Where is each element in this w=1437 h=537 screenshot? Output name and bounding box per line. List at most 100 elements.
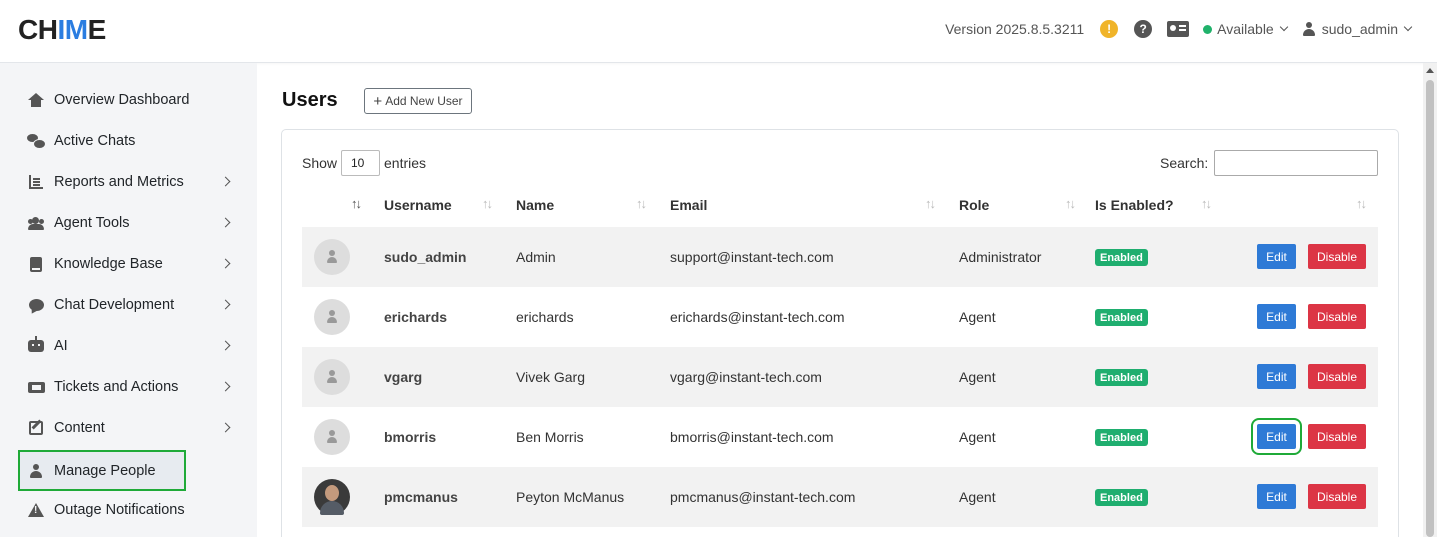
search-input[interactable] [1214, 150, 1378, 176]
column-header-is-enabled[interactable]: Is Enabled? [1095, 197, 1174, 213]
column-header-email[interactable]: Email [670, 197, 707, 213]
row-email: erichards@instant-tech.com [670, 309, 845, 325]
row-role: Administrator [959, 249, 1042, 265]
edit-button[interactable]: Edit [1257, 484, 1296, 509]
chats-icon [27, 133, 46, 149]
row-username: vgarg [384, 369, 423, 385]
sort-icon[interactable]: ↑↓ [1201, 196, 1212, 211]
avatar [314, 299, 350, 335]
sidebar-item-ai[interactable]: AI [18, 327, 242, 365]
edit-button[interactable]: Edit [1257, 304, 1296, 329]
sidebar-item-label: Tickets and Actions [54, 379, 179, 395]
sort-icon[interactable]: ↑↓ [351, 196, 362, 211]
chevron-right-icon [220, 340, 231, 351]
chevron-right-icon [220, 176, 231, 187]
add-new-user-button[interactable]: + Add New User [364, 88, 472, 114]
row-name: Peyton McManus [516, 489, 625, 505]
chime-logo[interactable]: CHIME [18, 14, 106, 46]
version-text: Version 2025.8.5.3211 [945, 21, 1085, 37]
status-dot-icon [1203, 24, 1213, 34]
sidebar-item-tickets-and-actions[interactable]: Tickets and Actions [18, 368, 242, 406]
chevron-right-icon [220, 299, 231, 310]
row-email: vgarg@instant-tech.com [670, 369, 822, 385]
home-icon [27, 92, 45, 108]
entries-label: entries [384, 155, 427, 171]
ticket-icon [27, 379, 45, 395]
sidebar-item-label: Content [54, 420, 105, 436]
status-badge: Enabled [1095, 249, 1148, 266]
column-header-role[interactable]: Role [959, 197, 989, 213]
header-right: Version 2025.8.5.3211 ! ? Available sudo… [945, 0, 1413, 58]
page-length-select[interactable]: 10 [341, 150, 380, 176]
sidebar-item-label: Outage Notifications [54, 502, 185, 518]
sidebar-item-agent-tools[interactable]: Agent Tools [18, 204, 242, 242]
status-badge: Enabled [1095, 309, 1148, 326]
sidebar-item-chat-development[interactable]: Chat Development [18, 286, 242, 324]
users-icon [27, 215, 45, 231]
table-row: bmorris Ben Morris bmorris@instant-tech.… [302, 407, 1378, 467]
sidebar-item-overview-dashboard[interactable]: Overview Dashboard [18, 81, 242, 119]
sidebar-item-reports-and-metrics[interactable]: Reports and Metrics [18, 163, 242, 201]
status-badge: Enabled [1095, 429, 1148, 446]
sidebar-item-label: Manage People [54, 462, 156, 479]
row-role: Agent [959, 309, 996, 325]
sidebar-item-label: Overview Dashboard [54, 92, 190, 108]
status-badge: Enabled [1095, 369, 1148, 386]
row-username: erichards [384, 309, 448, 325]
edit-button[interactable]: Edit [1257, 364, 1296, 389]
sidebar-item-content[interactable]: Content [18, 409, 242, 447]
sidebar-item-active-chats[interactable]: Active Chats [18, 122, 242, 160]
disable-button[interactable]: Disable [1308, 424, 1366, 449]
warning-icon[interactable]: ! [1100, 20, 1119, 38]
chevron-right-icon [220, 258, 231, 269]
row-username: sudo_admin [384, 249, 467, 265]
user-icon [1302, 22, 1315, 36]
disable-button[interactable]: Disable [1308, 364, 1366, 389]
sidebar-item-label: Agent Tools [54, 215, 130, 231]
sort-icon[interactable]: ↑↓ [1356, 196, 1367, 211]
chevron-right-icon [220, 381, 231, 392]
column-header-username[interactable]: Username [384, 197, 452, 213]
disable-button[interactable]: Disable [1308, 484, 1366, 509]
table-row: vgarg Vivek Garg vgarg@instant-tech.com … [302, 347, 1378, 407]
edit-button[interactable]: Edit [1257, 244, 1296, 269]
sidebar-item-label: Knowledge Base [54, 256, 163, 272]
scrollbar-thumb[interactable] [1426, 80, 1434, 537]
avatar [314, 359, 350, 395]
help-icon[interactable]: ? [1134, 20, 1153, 38]
row-username: bmorris [384, 429, 437, 445]
row-email: pmcmanus@instant-tech.com [670, 489, 856, 505]
disable-button[interactable]: Disable [1308, 304, 1366, 329]
avatar [314, 479, 350, 515]
status-badge: Enabled [1095, 489, 1148, 506]
sidebar-item-manage-people[interactable]: Manage People [18, 450, 186, 491]
sort-icon[interactable]: ↑↓ [1065, 196, 1076, 211]
user-menu[interactable]: sudo_admin [1302, 21, 1413, 37]
page-title: Users [282, 89, 338, 111]
status-dropdown[interactable]: Available [1203, 21, 1288, 37]
sidebar-item-knowledge-base[interactable]: Knowledge Base [18, 245, 242, 283]
chevron-right-icon [220, 217, 231, 228]
sidebar-item-label: Chat Development [54, 297, 175, 313]
id-card-icon[interactable] [1167, 21, 1190, 37]
row-username: pmcmanus [384, 489, 458, 505]
column-header-name[interactable]: Name [516, 197, 554, 213]
row-name: Admin [516, 249, 556, 265]
sort-icon[interactable]: ↑↓ [925, 196, 936, 211]
edit-button[interactable]: Edit [1251, 418, 1302, 455]
chart-icon [27, 174, 45, 190]
disable-button[interactable]: Disable [1308, 244, 1366, 269]
search-label: Search: [1160, 155, 1209, 171]
show-label: Show [302, 155, 338, 171]
sort-icon[interactable]: ↑↓ [636, 196, 647, 211]
avatar [314, 239, 350, 275]
top-header: CHIME Version 2025.8.5.3211 ! ? Availabl… [0, 0, 1437, 63]
sort-icon[interactable]: ↑↓ [482, 196, 493, 211]
sidebar-item-outage-notifications[interactable]: Outage Notifications [18, 491, 242, 529]
row-role: Agent [959, 369, 996, 385]
sidebar-item-label: Active Chats [54, 133, 136, 149]
avatar [314, 419, 350, 455]
row-role: Agent [959, 429, 996, 445]
row-email: bmorris@instant-tech.com [670, 429, 834, 445]
scroll-up-arrow-icon[interactable] [1426, 68, 1434, 73]
